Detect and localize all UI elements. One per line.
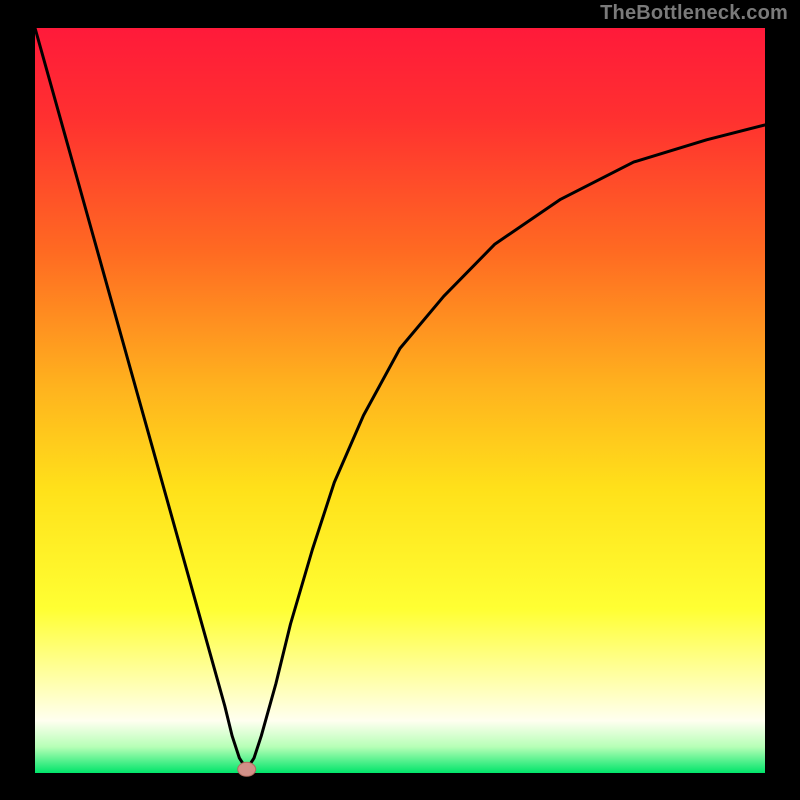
bottleneck-chart <box>0 0 800 800</box>
plot-background <box>35 28 765 773</box>
optimal-point-marker <box>238 762 256 776</box>
chart-frame: TheBottleneck.com <box>0 0 800 800</box>
